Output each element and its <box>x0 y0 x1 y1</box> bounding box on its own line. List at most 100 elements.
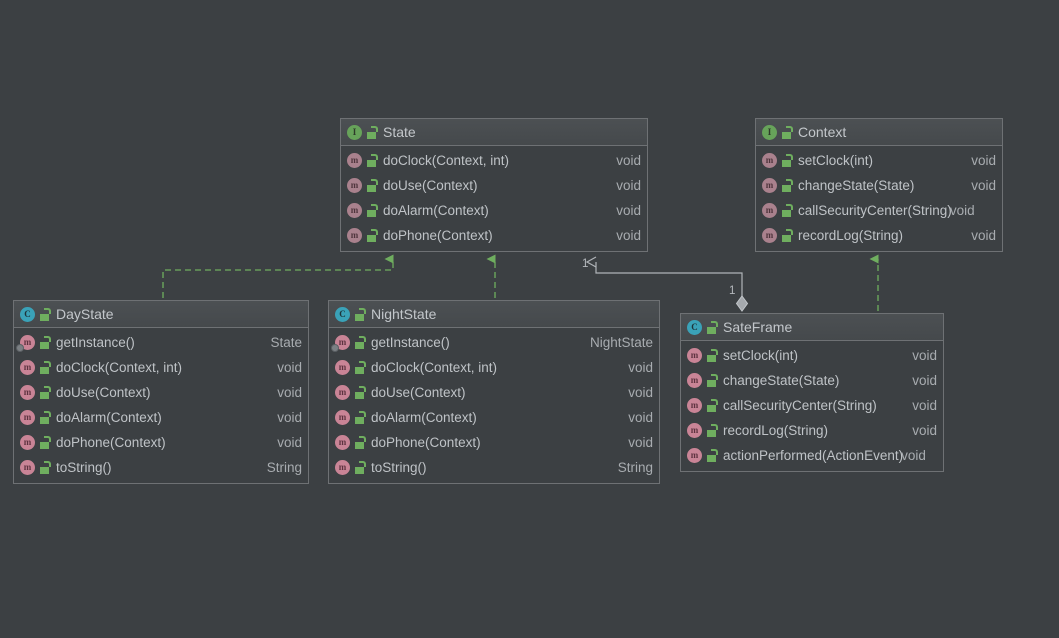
member-row[interactable]: m doAlarm(Context) void <box>329 405 659 430</box>
member-name: doClock(Context, int) <box>383 153 510 168</box>
member-type: void <box>277 360 302 375</box>
static-modifier-icon <box>331 344 339 352</box>
method-icon: m <box>335 360 350 375</box>
member-list: m getInstance() State m doClock(Context,… <box>14 328 308 483</box>
member-name: toString() <box>56 460 112 475</box>
public-unlock-icon <box>355 461 366 474</box>
class-box-header[interactable]: I State <box>341 119 647 146</box>
member-type: void <box>616 153 641 168</box>
member-row[interactable]: m doPhone(Context) void <box>14 430 308 455</box>
public-unlock-icon <box>782 204 793 217</box>
member-type: void <box>949 203 975 218</box>
member-type: void <box>912 398 937 413</box>
method-icon: m <box>20 460 35 475</box>
method-icon: m <box>687 448 702 463</box>
member-row[interactable]: m doUse(Context) void <box>341 173 647 198</box>
method-icon: m <box>335 435 350 450</box>
member-row[interactable]: m setClock(int) void <box>681 343 943 368</box>
public-unlock-icon <box>40 386 51 399</box>
member-row[interactable]: m changeState(State) void <box>681 368 943 393</box>
method-icon: m <box>20 360 35 375</box>
member-row[interactable]: m getInstance() State <box>14 330 308 355</box>
member-name: doClock(Context, int) <box>56 360 183 375</box>
class-box-header[interactable]: C SateFrame <box>681 314 943 341</box>
member-row[interactable]: m actionPerformed(ActionEvent) void <box>681 443 943 468</box>
member-type: void <box>277 410 302 425</box>
member-row[interactable]: m recordLog(String) void <box>681 418 943 443</box>
member-row[interactable]: m toString() String <box>329 455 659 480</box>
member-list: m getInstance() NightState m doClock(Con… <box>329 328 659 483</box>
member-name: callSecurityCenter(String) <box>723 398 877 413</box>
method-icon: m <box>687 373 702 388</box>
member-type: void <box>971 228 996 243</box>
method-icon: m <box>687 398 702 413</box>
member-name: doUse(Context) <box>383 178 478 193</box>
member-name: changeState(State) <box>723 373 840 388</box>
class-name: Context <box>798 124 847 140</box>
class-box-sateframe[interactable]: C SateFrame m setClock(int) void m chang… <box>680 313 944 472</box>
member-row[interactable]: m callSecurityCenter(String) void <box>681 393 943 418</box>
member-name: doPhone(Context) <box>383 228 493 243</box>
public-unlock-icon <box>367 204 378 217</box>
public-unlock-icon <box>40 436 51 449</box>
member-type: String <box>266 460 302 475</box>
method-icon: m <box>687 423 702 438</box>
member-type: void <box>971 153 996 168</box>
member-name: getInstance() <box>56 335 135 350</box>
member-type: void <box>616 228 641 243</box>
member-type: void <box>901 448 926 463</box>
member-name: doUse(Context) <box>371 385 466 400</box>
member-row[interactable]: m doUse(Context) void <box>14 380 308 405</box>
method-icon: m <box>335 460 350 475</box>
member-row[interactable]: m doPhone(Context) void <box>341 223 647 248</box>
public-unlock-icon <box>40 307 51 321</box>
member-row[interactable]: m doClock(Context, int) void <box>341 148 647 173</box>
method-icon: m <box>347 228 362 243</box>
member-row[interactable]: m doClock(Context, int) void <box>329 355 659 380</box>
member-name: setClock(int) <box>723 348 799 363</box>
public-unlock-icon <box>355 307 366 321</box>
class-box-nightstate[interactable]: C NightState m getInstance() NightState … <box>328 300 660 484</box>
class-box-header[interactable]: C NightState <box>329 301 659 328</box>
class-box-context[interactable]: I Context m setClock(int) void m changeS… <box>755 118 1003 252</box>
class-box-daystate[interactable]: C DayState m getInstance() State m doClo… <box>13 300 309 484</box>
method-icon: m <box>762 153 777 168</box>
member-row[interactable]: m doPhone(Context) void <box>329 430 659 455</box>
public-unlock-icon <box>707 449 718 462</box>
public-unlock-icon <box>355 411 366 424</box>
class-icon: C <box>335 306 350 322</box>
public-unlock-icon <box>367 154 378 167</box>
static-modifier-icon <box>16 344 24 352</box>
member-row[interactable]: m doAlarm(Context) void <box>341 198 647 223</box>
member-name: doUse(Context) <box>56 385 151 400</box>
member-row[interactable]: m setClock(int) void <box>756 148 1002 173</box>
public-unlock-icon <box>782 154 793 167</box>
member-type: void <box>628 360 653 375</box>
member-row[interactable]: m getInstance() NightState <box>329 330 659 355</box>
member-row[interactable]: m recordLog(String) void <box>756 223 1002 248</box>
member-row[interactable]: m doClock(Context, int) void <box>14 355 308 380</box>
class-name: DayState <box>56 306 114 322</box>
member-name: changeState(State) <box>798 178 915 193</box>
member-name: getInstance() <box>371 335 450 350</box>
public-unlock-icon <box>40 361 51 374</box>
member-row[interactable]: m doAlarm(Context) void <box>14 405 308 430</box>
member-row[interactable]: m toString() String <box>14 455 308 480</box>
member-name: doClock(Context, int) <box>371 360 498 375</box>
class-box-header[interactable]: C DayState <box>14 301 308 328</box>
method-icon: m <box>762 178 777 193</box>
public-unlock-icon <box>782 229 793 242</box>
method-icon: m <box>347 153 362 168</box>
multiplicity-label-target: 1 <box>582 258 589 270</box>
member-name: toString() <box>371 460 427 475</box>
public-unlock-icon <box>707 399 718 412</box>
class-icon: C <box>687 319 702 335</box>
member-row[interactable]: m doUse(Context) void <box>329 380 659 405</box>
member-row[interactable]: m changeState(State) void <box>756 173 1002 198</box>
method-icon: m <box>335 410 350 425</box>
member-list: m setClock(int) void m changeState(State… <box>681 341 943 471</box>
member-type: void <box>277 385 302 400</box>
class-box-header[interactable]: I Context <box>756 119 1002 146</box>
class-box-state[interactable]: I State m doClock(Context, int) void m d… <box>340 118 648 252</box>
member-row[interactable]: m callSecurityCenter(String) void <box>756 198 1002 223</box>
